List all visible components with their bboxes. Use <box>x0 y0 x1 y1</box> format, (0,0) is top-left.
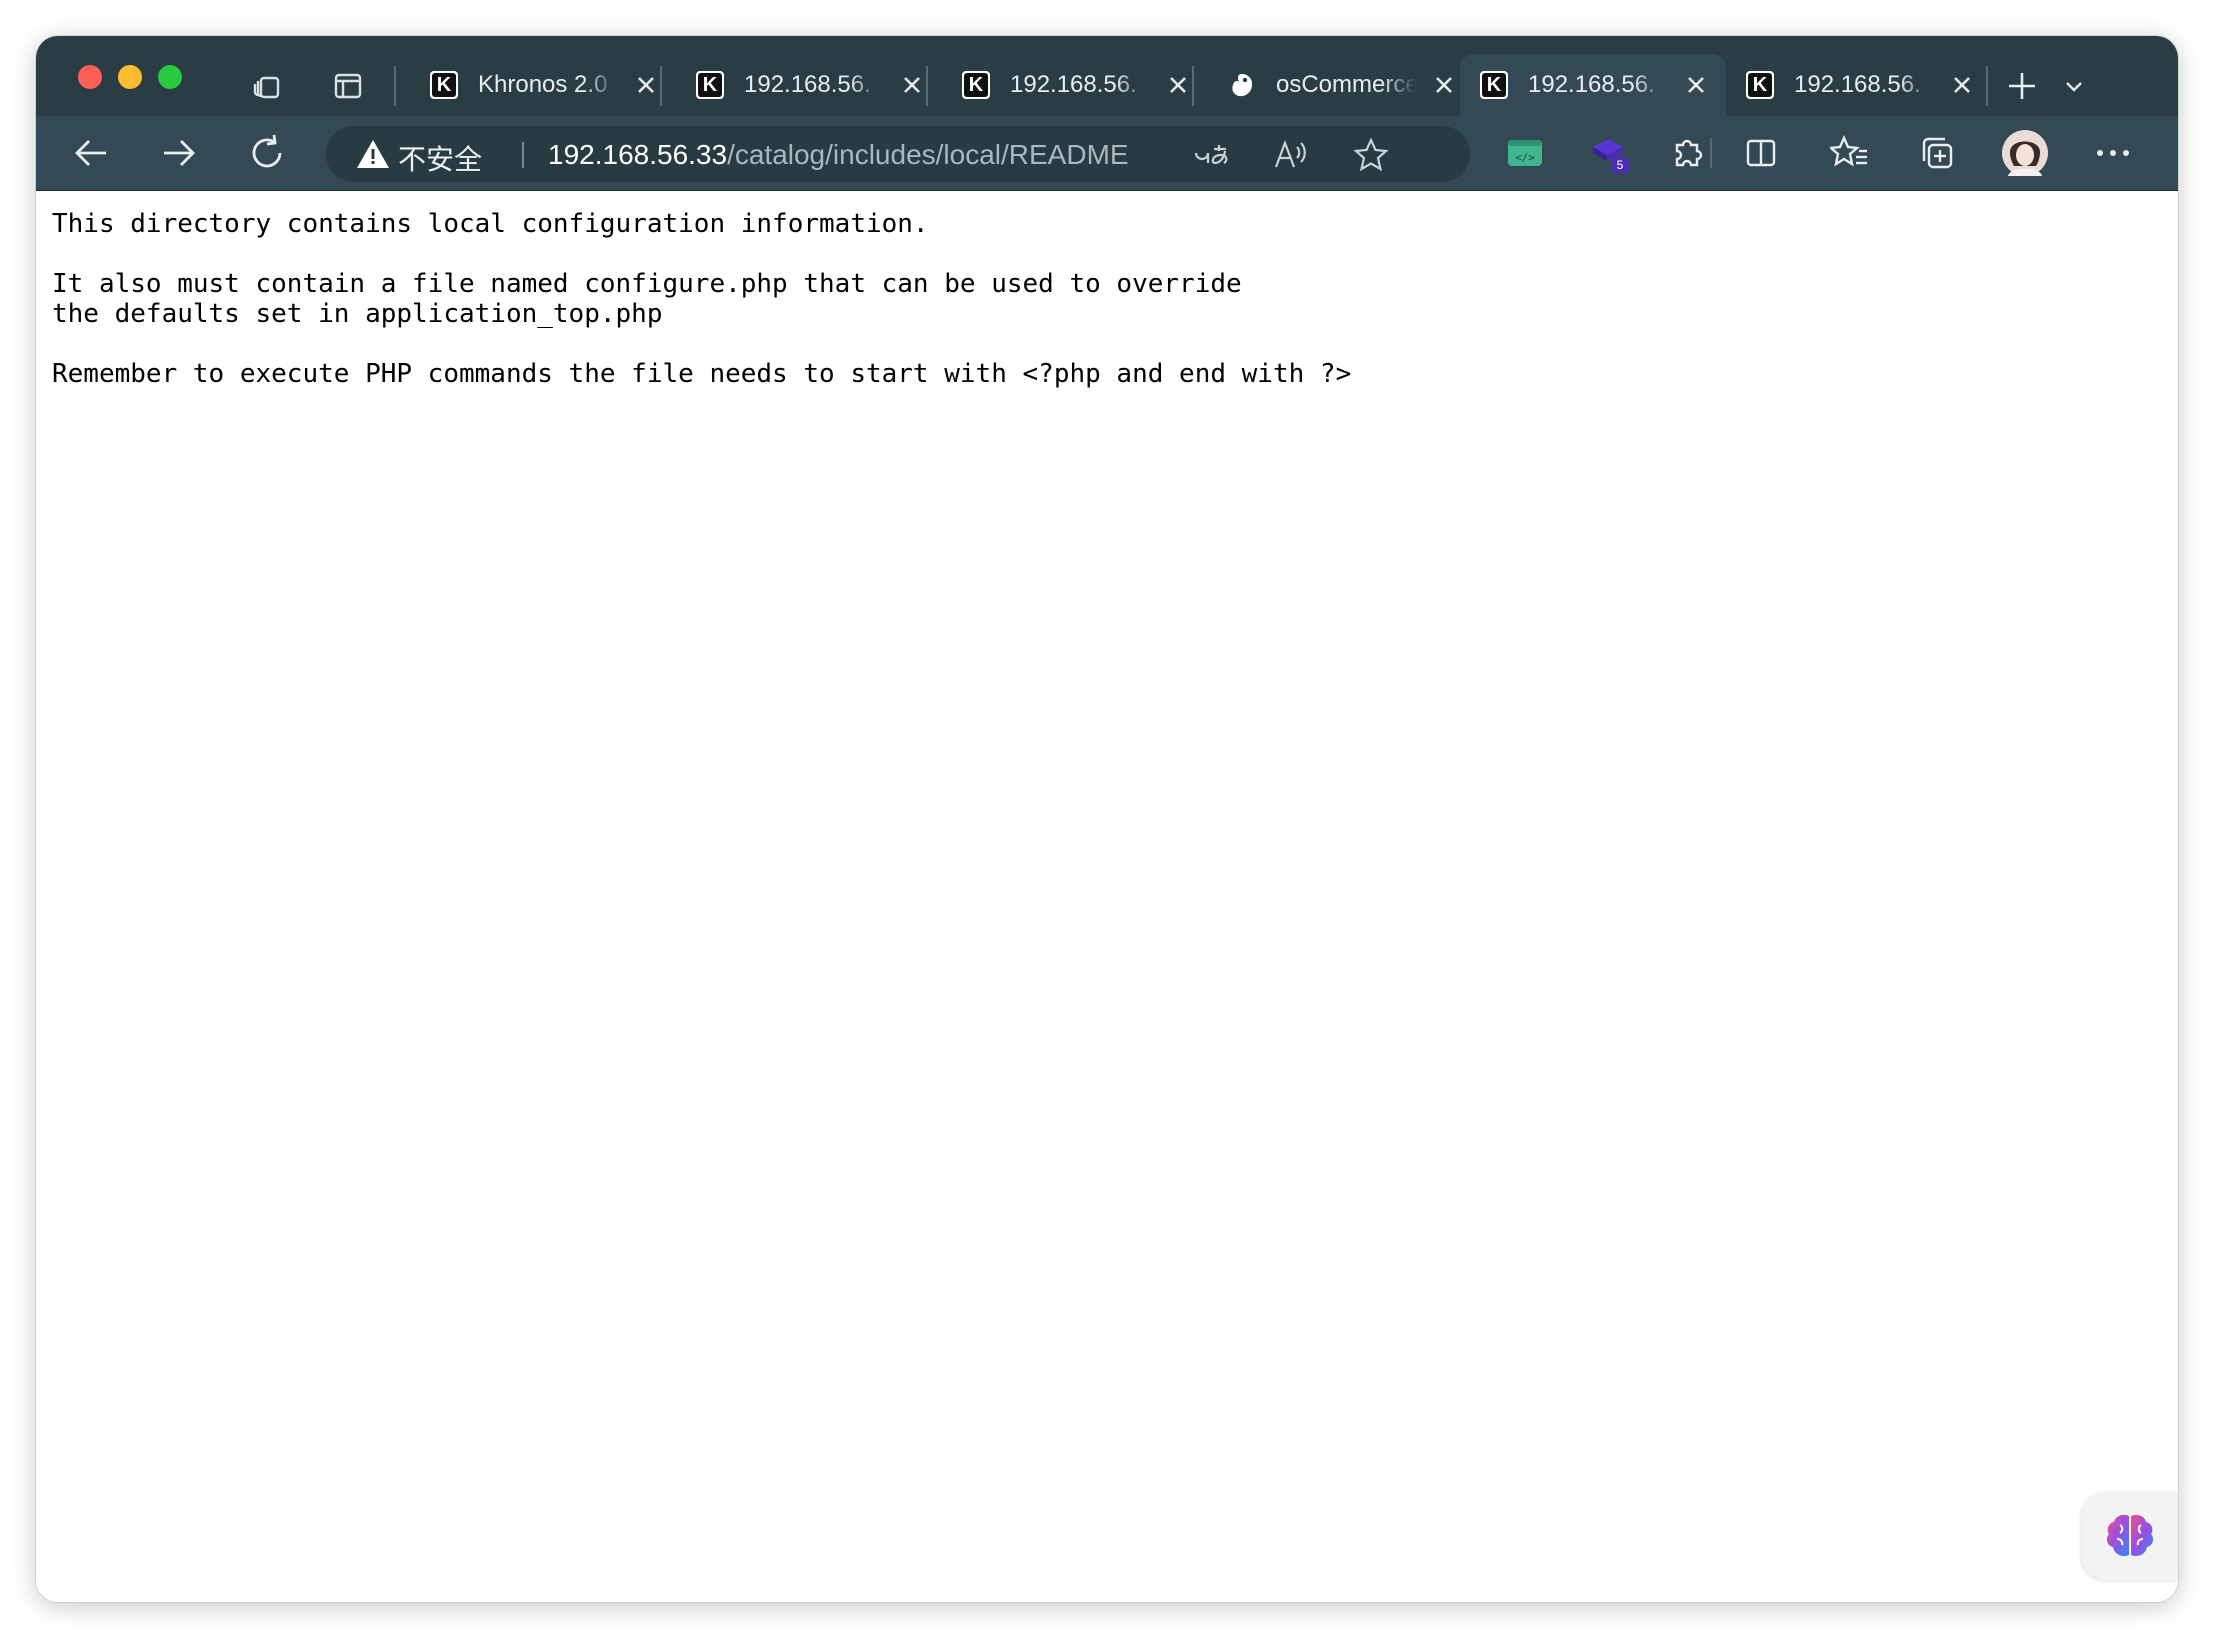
tab-title: 192.168.56. <box>744 71 871 98</box>
collections-icon[interactable] <box>1914 130 1960 176</box>
favorite-star-icon[interactable] <box>1352 136 1390 174</box>
extension-badge-count: 5 <box>1617 158 1624 172</box>
tab-ip-3[interactable]: K 192.168.56. <box>1726 54 1992 116</box>
forward-button[interactable] <box>156 130 202 176</box>
navigation-toolbar: 不安全 192.168.56.33/catalog/includes/local… <box>36 116 2178 191</box>
refresh-button[interactable] <box>244 130 290 176</box>
k-logo-icon: K <box>962 71 990 99</box>
tab-title: Khronos 2.0 <box>478 71 608 98</box>
tab-title: 192.168.56. <box>1794 71 1921 98</box>
close-icon[interactable] <box>634 73 658 97</box>
tab-oscommerce[interactable]: osCommerce <box>1208 54 1474 116</box>
close-icon[interactable] <box>1166 73 1190 97</box>
warning-icon[interactable] <box>356 138 390 170</box>
more-options-icon[interactable] <box>2090 130 2136 176</box>
svg-text:</>: </> <box>1515 151 1535 164</box>
k-logo-icon: K <box>430 71 458 99</box>
favorites-icon[interactable] <box>1826 130 1872 176</box>
dev-tools-extension-icon[interactable]: </> <box>1502 130 1548 176</box>
tab-title: 192.168.56. <box>1528 71 1655 98</box>
translate-icon[interactable] <box>1192 136 1230 174</box>
back-button[interactable] <box>68 130 114 176</box>
profile-avatar[interactable] <box>2002 130 2048 176</box>
tab-ip-1[interactable]: K 192.168.56. <box>676 54 942 116</box>
url-text[interactable]: 192.168.56.33/catalog/includes/local/REA… <box>548 139 1129 171</box>
zoom-window-button[interactable] <box>158 65 182 89</box>
minimize-window-button[interactable] <box>118 65 142 89</box>
tab-actions-chevron-icon[interactable] <box>2054 66 2094 106</box>
tab-ip-active[interactable]: K 192.168.56. <box>1460 54 1726 116</box>
tab-title: osCommerce <box>1276 71 1416 98</box>
k-logo-icon: K <box>1746 71 1774 99</box>
tab-title: 192.168.56. <box>1010 71 1137 98</box>
page-content: This directory contains local configurat… <box>36 191 2178 1602</box>
readme-text: This directory contains local configurat… <box>52 209 1352 389</box>
workspaces-icon[interactable] <box>248 66 288 106</box>
brain-icon <box>2106 1514 2154 1557</box>
tab-strip: K Khronos 2.0 K 192.168.56. K 192.168.56… <box>36 36 2178 116</box>
tab-ip-2[interactable]: K 192.168.56. <box>942 54 1208 116</box>
security-status-label[interactable]: 不安全 <box>398 138 482 178</box>
close-icon[interactable] <box>1432 73 1456 97</box>
k-logo-icon: K <box>1480 71 1508 99</box>
extensions-puzzle-icon[interactable] <box>1664 130 1710 176</box>
oscommerce-icon <box>1228 71 1256 99</box>
close-icon[interactable] <box>900 73 924 97</box>
browser-window: K Khronos 2.0 K 192.168.56. K 192.168.56… <box>36 36 2178 1602</box>
tab-khronos[interactable]: K Khronos 2.0 <box>410 54 676 116</box>
close-window-button[interactable] <box>78 65 102 89</box>
close-icon[interactable] <box>1684 73 1708 97</box>
new-tab-button[interactable] <box>2002 66 2042 106</box>
split-screen-icon[interactable] <box>1738 130 1784 176</box>
read-aloud-icon[interactable] <box>1272 136 1310 174</box>
ai-assistant-button[interactable] <box>2082 1492 2178 1580</box>
extension-icon-purple[interactable]: 5 <box>1588 130 1634 176</box>
close-icon[interactable] <box>1950 73 1974 97</box>
k-logo-icon: K <box>696 71 724 99</box>
address-bar[interactable]: 不安全 192.168.56.33/catalog/includes/local… <box>326 126 1470 182</box>
vertical-tabs-icon[interactable] <box>328 66 368 106</box>
